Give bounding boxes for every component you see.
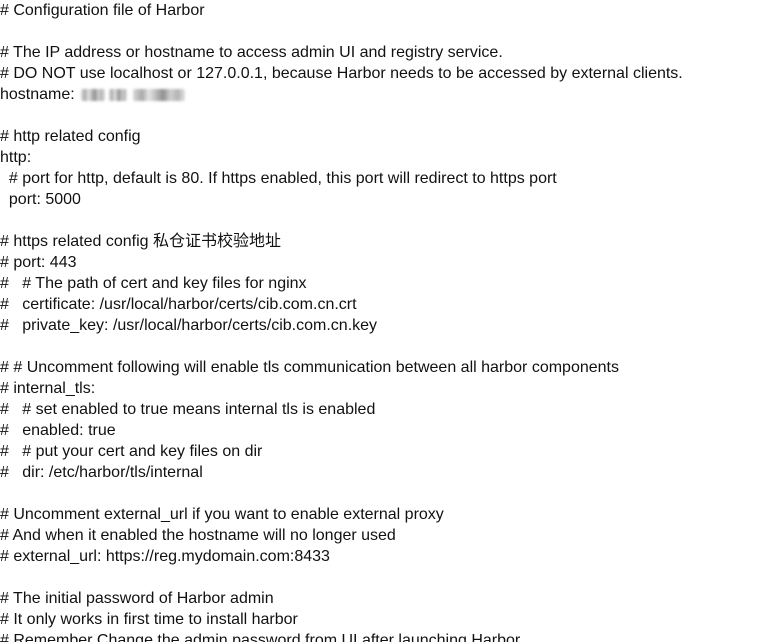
config-line: # enabled: true <box>0 422 116 439</box>
hostname-key: hostname: <box>0 86 75 103</box>
config-line: http: <box>0 149 32 166</box>
config-line: # dir: /etc/harbor/tls/internal <box>0 464 203 481</box>
config-line: # private_key: /usr/local/harbor/certs/c… <box>0 317 378 334</box>
config-line: # port: 443 <box>0 254 77 271</box>
redacted-hostname-part <box>108 88 127 101</box>
config-line: # # Uncomment following will enable tls … <box>0 359 619 376</box>
redacted-hostname-part <box>80 88 105 101</box>
config-line: # The initial password of Harbor admin <box>0 590 274 607</box>
config-line: # https related config 私仓证书校验地址 <box>0 233 281 250</box>
hostname-line: hostname: <box>0 84 185 105</box>
config-line: # DO NOT use localhost or 127.0.0.1, bec… <box>0 65 683 82</box>
config-line: # The IP address or hostname to access a… <box>0 44 503 61</box>
redacted-hostname-part <box>132 88 185 101</box>
config-line: # Remember Change the admin password fro… <box>0 632 524 642</box>
config-line: # internal_tls: <box>0 380 96 397</box>
config-line: # It only works in first time to install… <box>0 611 298 628</box>
config-line: # port for http, default is 80. If https… <box>0 170 557 187</box>
config-file-document: # Configuration file of Harbor # The IP … <box>0 0 782 642</box>
config-line: # Configuration file of Harbor <box>0 2 205 19</box>
config-line: port: 5000 <box>0 191 81 208</box>
config-line: # # set enabled to true means internal t… <box>0 401 376 418</box>
config-line: # # put your cert and key files on dir <box>0 443 263 460</box>
config-line: # And when it enabled the hostname will … <box>0 527 396 544</box>
config-line: # http related config <box>0 128 141 145</box>
config-line: # # The path of cert and key files for n… <box>0 275 307 292</box>
config-line: # external_url: https://reg.mydomain.com… <box>0 548 330 565</box>
config-line: # certificate: /usr/local/harbor/certs/c… <box>0 296 357 313</box>
config-line: # Uncomment external_url if you want to … <box>0 506 444 523</box>
